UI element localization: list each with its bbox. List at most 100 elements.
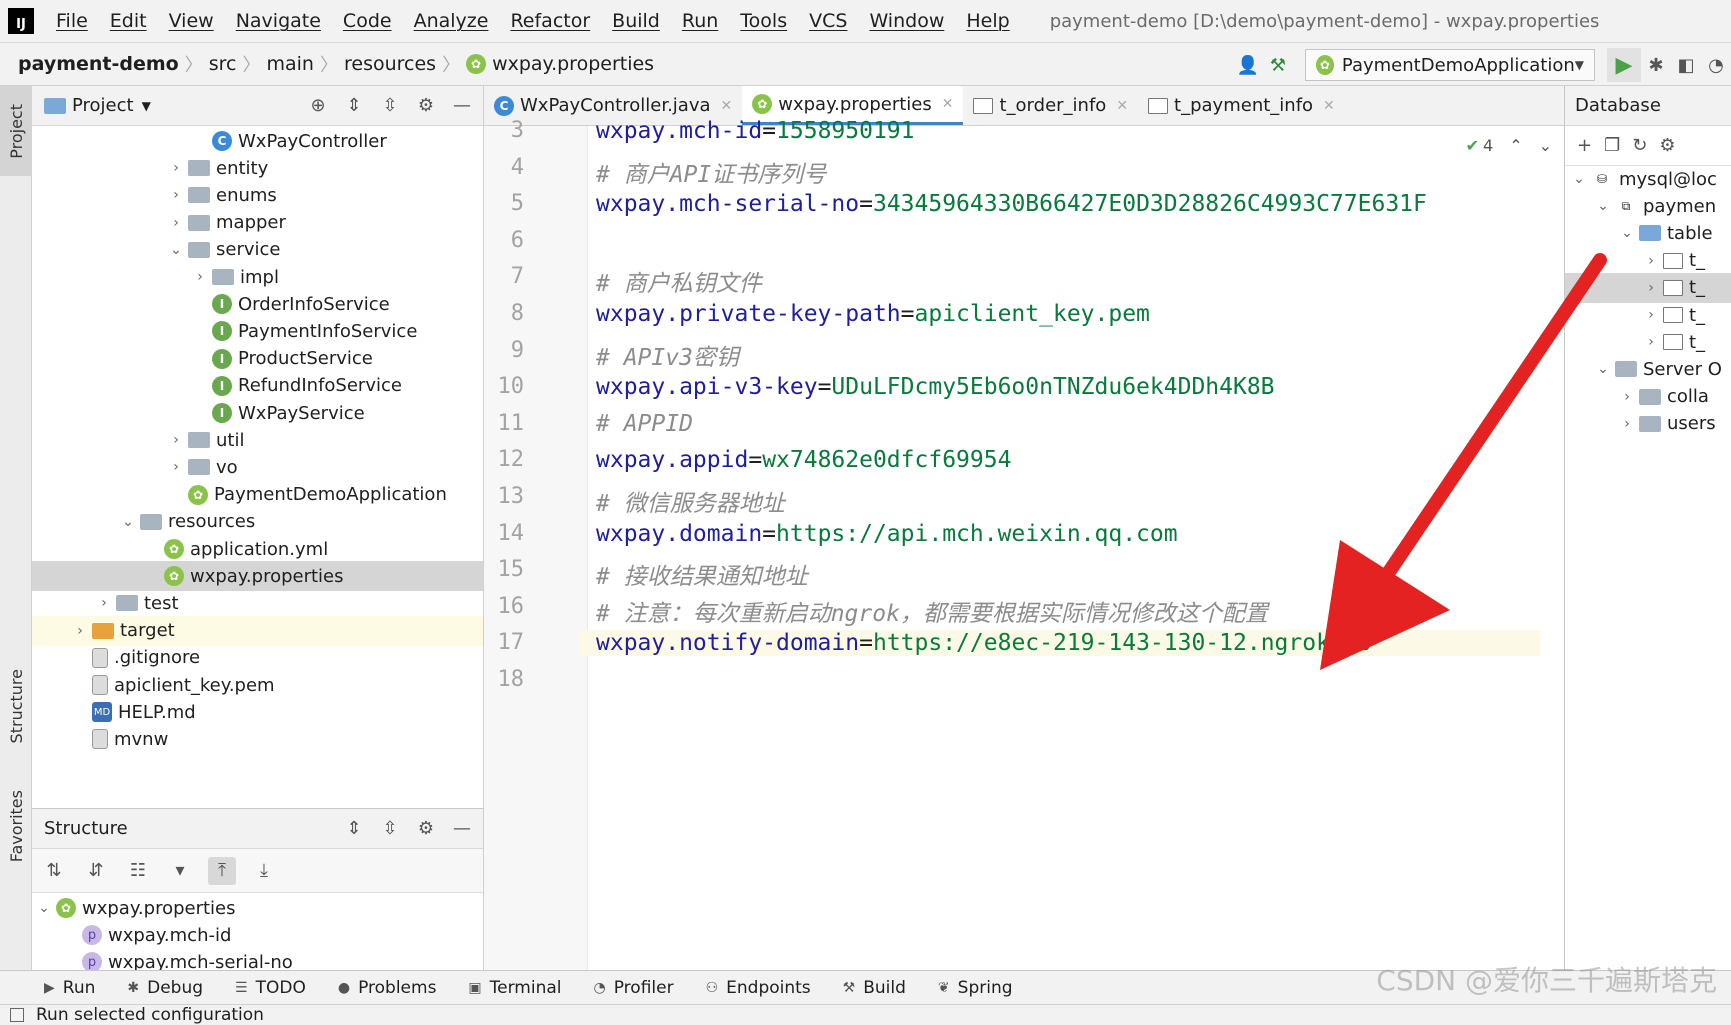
chevron-down-icon[interactable]: ⌄ <box>1539 136 1552 155</box>
tree-item[interactable]: › test <box>32 588 483 618</box>
tree-item[interactable]: I ProductService <box>32 344 483 374</box>
tree-item[interactable]: I PaymentInfoService <box>32 316 483 346</box>
inspection-widget[interactable]: ✔ 4 ⌃ ⌄ <box>1466 136 1552 155</box>
tree-item[interactable]: ✿ wxpay.properties <box>32 561 483 592</box>
locate-icon[interactable]: ⊕ <box>305 95 331 116</box>
chevron-down-icon[interactable]: ⌄ <box>1567 171 1591 187</box>
code-line[interactable]: # 微信服务器地址 <box>596 484 785 518</box>
navigate-from-source-icon[interactable]: ⤒ <box>208 856 236 885</box>
tree-item[interactable]: › mapper <box>32 208 483 238</box>
tool-debug[interactable]: ✱ Debug <box>127 978 203 998</box>
chevron-right-icon[interactable]: › <box>1639 307 1663 323</box>
profile-icon[interactable]: ◔ <box>1701 50 1731 80</box>
chevron-down-icon[interactable]: ⌄ <box>1615 225 1639 241</box>
chevron-right-icon[interactable]: › <box>68 623 92 639</box>
gear-icon[interactable]: ⚙ <box>413 818 439 839</box>
tree-item[interactable]: apiclient_key.pem <box>32 670 483 700</box>
code-line[interactable]: wxpay.private-key-path=apiclient_key.pem <box>596 301 1150 327</box>
tree-item[interactable]: I RefundInfoService <box>32 371 483 401</box>
menu-vcs[interactable]: VCS <box>809 10 847 32</box>
chevron-down-icon[interactable]: ▼ <box>142 99 151 113</box>
menu-run[interactable]: Run <box>682 10 718 32</box>
refresh-icon[interactable]: ↻ <box>1632 135 1647 156</box>
tree-item[interactable]: › util <box>32 425 483 455</box>
chevron-right-icon[interactable]: › <box>164 459 188 475</box>
tool-build[interactable]: ⚒ Build <box>843 978 906 998</box>
chevron-right-icon[interactable]: › <box>164 187 188 203</box>
expand-all-icon[interactable]: ⇕ <box>341 95 367 116</box>
close-icon[interactable]: ✕ <box>721 98 733 114</box>
menu-navigate[interactable]: Navigate <box>236 10 321 32</box>
close-icon[interactable]: ✕ <box>942 96 954 112</box>
menu-help[interactable]: Help <box>966 10 1009 32</box>
chevron-right-icon[interactable]: › <box>1639 280 1663 296</box>
database-tree-item[interactable]: ⌄ ⧉ paymen <box>1565 191 1731 221</box>
tree-item[interactable]: mvnw <box>32 724 483 754</box>
coverage-icon[interactable]: ◧ <box>1671 50 1701 80</box>
tree-item[interactable]: MD HELP.md <box>32 697 483 727</box>
run-configuration-select[interactable]: ✿ PaymentDemoApplication ▼ <box>1305 49 1595 81</box>
tree-item[interactable]: ✿ application.yml <box>32 534 483 564</box>
menu-file[interactable]: File <box>56 10 88 32</box>
tree-item[interactable]: ⌄ service <box>32 235 483 265</box>
editor-tab[interactable]: t_order_info ✕ <box>963 86 1138 125</box>
intellij-logo-icon[interactable]: IJ <box>8 8 34 34</box>
run-button[interactable]: ▶ <box>1607 48 1641 82</box>
close-icon[interactable]: ✕ <box>1323 98 1335 114</box>
collapse-all-icon[interactable]: ⇳ <box>377 95 403 116</box>
menu-window[interactable]: Window <box>869 10 944 32</box>
gear-icon[interactable]: ⚙ <box>413 95 439 116</box>
structure-item[interactable]: p wxpay.mch-serial-no <box>32 947 483 970</box>
dropdown-icon[interactable]: ▾ <box>166 857 194 885</box>
navigate-to-source-icon[interactable]: ⤓ <box>250 857 278 885</box>
chevron-right-icon[interactable]: › <box>1639 334 1663 350</box>
chevron-down-icon[interactable]: ⌄ <box>164 242 188 258</box>
project-tool-button[interactable]: Project <box>0 86 32 176</box>
breadcrumb-item[interactable]: resources <box>338 53 442 75</box>
chevron-up-icon[interactable]: ⌃ <box>1509 136 1522 155</box>
schema-icon[interactable]: ⚙ <box>1659 135 1675 156</box>
tool-problems[interactable]: ● Problems <box>338 978 437 998</box>
tree-item[interactable]: › enums <box>32 180 483 210</box>
chevron-right-icon[interactable]: › <box>92 595 116 611</box>
menu-code[interactable]: Code <box>343 10 392 32</box>
menu-view[interactable]: View <box>169 10 214 32</box>
code-line[interactable]: # 商户API证书序列号 <box>596 155 826 189</box>
tool-endpoints[interactable]: ⚇ Endpoints <box>706 978 811 998</box>
code-line[interactable]: wxpay.api-v3-key=UDuLFDcmy5Eb6o0nTNZdu6e… <box>596 374 1275 400</box>
debug-icon[interactable]: ✱ <box>1641 50 1671 80</box>
code-line[interactable]: wxpay.appid=wx74862e0dfcf69954 <box>596 447 1011 473</box>
breadcrumb-item[interactable]: src <box>203 53 243 75</box>
chevron-right-icon[interactable]: › <box>164 215 188 231</box>
chevron-down-icon[interactable]: ⌄ <box>1591 198 1615 214</box>
code-line[interactable]: wxpay.mch-serial-no=34345964330B66427E0D… <box>596 191 1427 217</box>
tree-item[interactable]: › impl <box>32 262 483 292</box>
tree-item[interactable]: › vo <box>32 452 483 482</box>
tree-item[interactable]: ✿ PaymentDemoApplication <box>32 480 483 510</box>
tree-item[interactable]: › target <box>32 615 483 646</box>
code-line[interactable]: # 注意：每次重新启动ngrok，都需要根据实际情况修改这个配置 <box>596 594 1268 628</box>
tree-item[interactable]: ⌄ resources <box>32 507 483 537</box>
chevron-right-icon[interactable]: › <box>188 269 212 285</box>
breadcrumb-item[interactable]: main <box>261 53 320 75</box>
structure-item[interactable]: p wxpay.mch-id <box>32 920 483 950</box>
breadcrumb-item[interactable]: ✿ wxpay.properties <box>460 53 660 75</box>
tool-terminal[interactable]: ▣ Terminal <box>468 978 561 998</box>
sort-visibility-icon[interactable]: ⇵ <box>82 857 110 885</box>
expand-all-icon[interactable]: ⇕ <box>341 818 367 839</box>
close-icon[interactable]: ✕ <box>1116 98 1128 114</box>
toggle-tool-windows-icon[interactable] <box>10 1008 24 1022</box>
tool-run[interactable]: ▶ Run <box>44 978 95 998</box>
chevron-right-icon[interactable]: › <box>164 432 188 448</box>
code-line[interactable]: # 接收结果通知地址 <box>596 557 808 591</box>
show-fields-icon[interactable]: ☷ <box>124 857 152 885</box>
structure-tool-button[interactable]: Structure <box>0 656 32 756</box>
tool-todo[interactable]: ☰ TODO <box>235 978 306 998</box>
tree-item[interactable]: .gitignore <box>32 643 483 673</box>
breadcrumb-item[interactable]: payment-demo <box>12 53 185 75</box>
tree-item[interactable]: › entity <box>32 153 483 183</box>
copy-icon[interactable]: ❐ <box>1604 135 1620 156</box>
menu-analyze[interactable]: Analyze <box>414 10 489 32</box>
structure-item[interactable]: ⌄ ✿ wxpay.properties <box>32 893 483 923</box>
project-panel-title[interactable]: Project <box>72 95 134 116</box>
